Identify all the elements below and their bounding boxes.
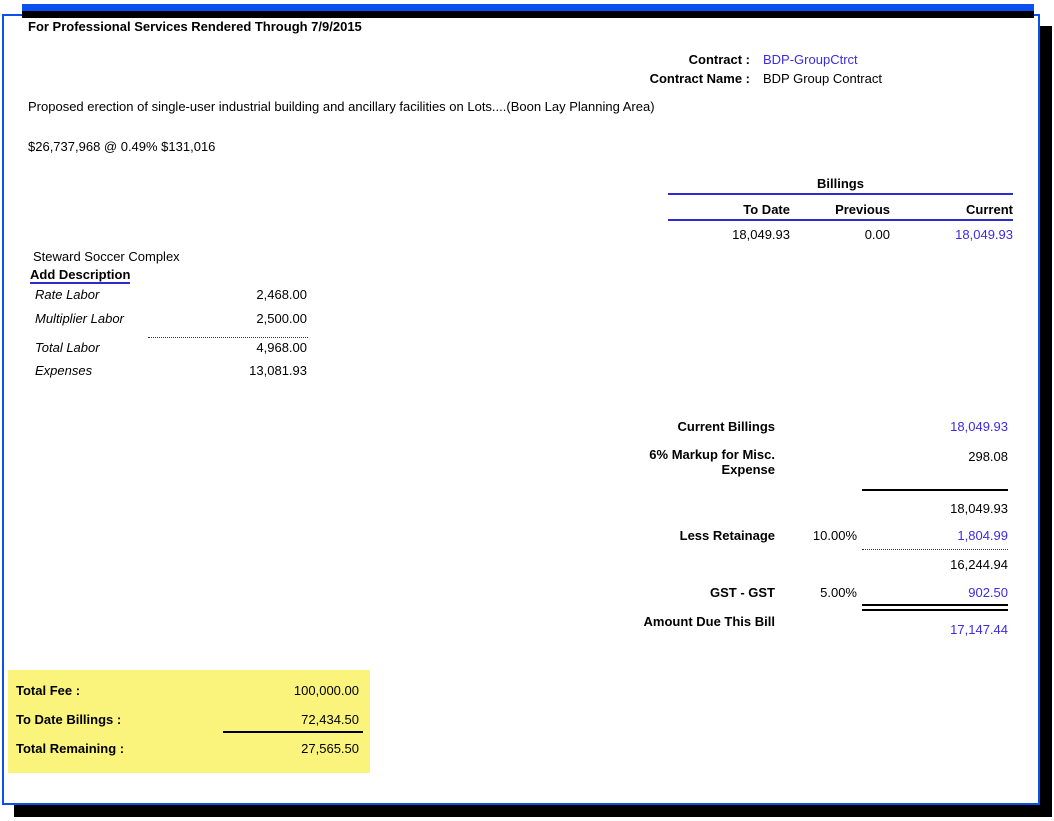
markup-label: 6% Markup for Misc. Expense bbox=[575, 447, 775, 477]
billings-header-rule bbox=[668, 219, 1013, 221]
to-date-billings-label: To Date Billings : bbox=[16, 712, 121, 727]
contract-value-link[interactable]: BDP-GroupCtrct bbox=[763, 52, 858, 67]
amount-due-rule bbox=[862, 604, 1008, 611]
subtotal-value: 18,049.93 bbox=[868, 501, 1008, 516]
previous-page-bottom-border bbox=[22, 4, 1034, 11]
less-retainage-value-link[interactable]: 1,804.99 bbox=[868, 528, 1008, 543]
less-retainage-label: Less Retainage bbox=[575, 528, 775, 543]
amount-due-label: Amount Due This Bill bbox=[575, 614, 775, 629]
to-date-amount: 18,049.93 bbox=[690, 227, 790, 242]
col-header-previous: Previous bbox=[800, 202, 890, 217]
report-preview-viewport: For Professional Services Rendered Throu… bbox=[0, 0, 1054, 821]
after-retainage-value: 16,244.94 bbox=[868, 557, 1008, 572]
labor-row-label: Total Labor bbox=[35, 340, 100, 355]
retainage-rule bbox=[862, 549, 1008, 550]
col-header-to-date: To Date bbox=[690, 202, 790, 217]
total-fee-value: 100,000.00 bbox=[189, 683, 359, 698]
to-date-billings-value: 72,434.50 bbox=[189, 712, 359, 727]
totals-rule bbox=[223, 731, 363, 733]
markup-value: 298.08 bbox=[868, 449, 1008, 464]
total-remaining-value: 27,565.50 bbox=[189, 741, 359, 756]
subtotal-rule bbox=[862, 489, 1008, 491]
current-billings-label: Current Billings bbox=[575, 419, 775, 434]
labor-row-label: Rate Labor bbox=[35, 287, 99, 302]
contract-label: Contract : bbox=[550, 52, 750, 67]
labor-row-value: 4,968.00 bbox=[150, 340, 307, 355]
gst-pct: 5.00% bbox=[787, 585, 857, 600]
labor-subtotal-rule bbox=[148, 337, 308, 338]
labor-row-value: 2,468.00 bbox=[150, 287, 307, 302]
previous-page-shadow bbox=[22, 11, 1034, 18]
markup-label-line1: 6% Markup for Misc. bbox=[575, 447, 775, 462]
markup-label-line2: Expense bbox=[575, 462, 775, 477]
contract-name-label: Contract Name : bbox=[550, 71, 750, 86]
labor-row-label: Expenses bbox=[35, 363, 92, 378]
add-description-link[interactable]: Add Description bbox=[30, 267, 130, 284]
col-header-current: Current bbox=[913, 202, 1013, 217]
phase-name: Steward Soccer Complex bbox=[33, 249, 180, 264]
total-remaining-label: Total Remaining : bbox=[16, 741, 124, 756]
less-retainage-pct: 10.00% bbox=[787, 528, 857, 543]
gst-label: GST - GST bbox=[575, 585, 775, 600]
contract-name-value: BDP Group Contract bbox=[763, 71, 882, 86]
amount-due-value-link[interactable]: 17,147.44 bbox=[868, 622, 1008, 637]
previous-amount: 0.00 bbox=[800, 227, 890, 242]
labor-row-value: 13,081.93 bbox=[150, 363, 307, 378]
project-description: Proposed erection of single-user industr… bbox=[28, 99, 655, 114]
labor-row-value: 2,500.00 bbox=[150, 311, 307, 326]
gst-value-link[interactable]: 902.50 bbox=[868, 585, 1008, 600]
billings-title-rule bbox=[668, 193, 1013, 195]
current-amount-link[interactable]: 18,049.93 bbox=[913, 227, 1013, 242]
billings-table-title: Billings bbox=[668, 176, 1013, 191]
labor-row-label: Multiplier Labor bbox=[35, 311, 124, 326]
fee-basis: $26,737,968 @ 0.49% $131,016 bbox=[28, 139, 215, 154]
current-billings-value-link[interactable]: 18,049.93 bbox=[868, 419, 1008, 434]
total-fee-label: Total Fee : bbox=[16, 683, 80, 698]
page-title: For Professional Services Rendered Throu… bbox=[28, 19, 362, 34]
